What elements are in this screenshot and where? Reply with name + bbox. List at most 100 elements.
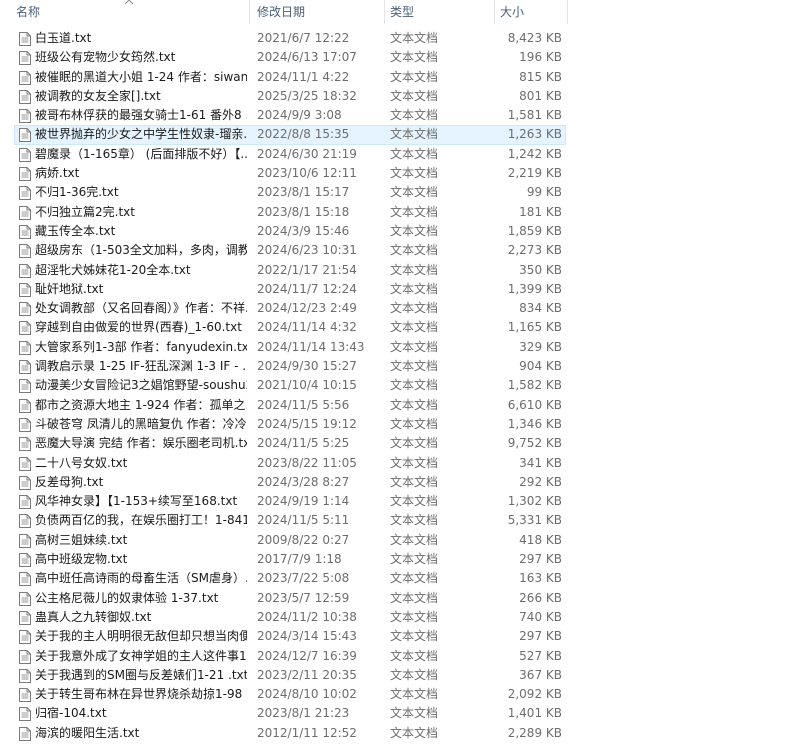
text-file-icon	[19, 32, 31, 46]
file-row[interactable]: 动漫美少女冒险记3之娼馆野望-soushu2... 2021/10/4 10:15…	[0, 376, 800, 395]
file-row[interactable]: 斗破苍穹 凤清儿的黑暗复仇 作者：冷冷... 2024/5/15 19:12 文本文…	[0, 415, 800, 434]
file-size: 367 KB	[519, 667, 562, 682]
column-divider[interactable]	[494, 0, 495, 24]
file-name[interactable]: 二十八号女奴.txt	[35, 454, 247, 473]
file-name[interactable]: 高树三姐妹续.txt	[35, 531, 247, 550]
file-type: 文本文档	[390, 127, 439, 142]
file-name[interactable]: 白玉道.txt	[35, 29, 247, 48]
file-name[interactable]: 不归独立篇2完.txt	[35, 203, 247, 222]
file-name[interactable]: 关于转生哥布林在异世界烧杀劫掠1-98 ...	[35, 685, 247, 704]
file-name[interactable]: 海滨的暖阳生活.txt	[35, 724, 247, 743]
file-row[interactable]: 病娇.txt 2023/10/6 12:11 文本文档 2,219 KB	[0, 164, 800, 183]
file-name[interactable]: 被世界抛弃的少女之中学生性奴隶-瑠亲...	[35, 125, 247, 144]
column-divider[interactable]	[567, 0, 568, 24]
file-name[interactable]: 穿越到自由做爱的世界(西春)_1-60.txt	[35, 318, 247, 337]
file-name[interactable]: 超级房东（1-503全文加料，多肉，调教...	[35, 241, 247, 260]
file-name[interactable]: 蛊真人之九转御奴.txt	[35, 608, 247, 627]
file-name[interactable]: 斗破苍穹 凤清儿的黑暗复仇 作者：冷冷...	[35, 415, 247, 434]
text-file-icon	[19, 147, 31, 162]
file-name[interactable]: 风华神女录】【1-153+续写至168.txt	[35, 492, 247, 511]
file-row[interactable]: 被催眠的黑道大小姐 1-24 作者：siwan... 2024/11/1 4:22…	[0, 68, 800, 87]
file-size: 1,302 KB	[507, 494, 562, 509]
file-row[interactable]: 关于转生哥布林在异世界烧杀劫掠1-98 ... 2024/8/10 10:02 文本…	[0, 685, 800, 704]
file-row[interactable]: 关于我意外成了女神学姐的主人这件事1-... 2024/12/7 16:39 文本文…	[0, 647, 800, 666]
file-type: 文本文档	[390, 609, 439, 624]
file-row[interactable]: 风华神女录】【1-153+续写至168.txt 2024/9/19 1:14 文本文…	[0, 492, 800, 511]
column-header-date[interactable]: 修改日期	[257, 0, 382, 24]
file-row[interactable]: 二十八号女奴.txt 2023/8/22 11:05 文本文档 341 KB	[0, 454, 800, 473]
file-row[interactable]: 超淫牝犬姊妹花1-20全本.txt 2022/1/17 21:54 文本文档 350 …	[0, 261, 800, 280]
file-name[interactable]: 藏玉传全本.txt	[35, 222, 247, 241]
file-name[interactable]: 归宿-104.txt	[35, 704, 247, 723]
file-size: 1,165 KB	[507, 320, 562, 335]
file-modified-date: 2021/10/4 10:15	[257, 378, 357, 393]
column-header-size[interactable]: 大小	[500, 0, 566, 24]
file-name[interactable]: 公主格尼薇儿的奴隶体验 1-37.txt	[35, 589, 247, 608]
file-row[interactable]: 大管家系列1-3部 作者：fanyudexin.txt 2024/11/14 13…	[0, 338, 800, 357]
file-modified-date: 2024/11/5 5:11	[257, 513, 350, 528]
file-row[interactable]: 高中班级宠物.txt 2017/7/9 1:18 文本文档 297 KB	[0, 550, 800, 569]
file-name[interactable]: 高中班任高诗雨的母畜生活（SM虐身）...	[35, 569, 247, 588]
file-name[interactable]: 都市之资源大地主 1-924 作者：孤单之...	[35, 396, 247, 415]
file-row[interactable]: 都市之资源大地主 1-924 作者：孤单之... 2024/11/5 5:56 文本…	[0, 396, 800, 415]
file-row[interactable]: 归宿-104.txt 2023/8/1 21:23 文本文档 1,401 KB	[0, 704, 800, 723]
file-name[interactable]: 超淫牝犬姊妹花1-20全本.txt	[35, 261, 247, 280]
text-file-icon	[19, 533, 31, 548]
file-row[interactable]: 被哥布林俘获的最强女骑士1-61 番外8 ... 2024/9/9 3:08 文本文…	[0, 106, 800, 125]
file-size: 1,582 KB	[507, 378, 562, 393]
file-row[interactable]: 反差母狗.txt 2024/3/28 8:27 文本文档 292 KB	[0, 473, 800, 492]
file-name[interactable]: 耻奸地狱.txt	[35, 280, 247, 299]
file-row[interactable]: 关于我的主人明明很无敌但却只想当肉便... 2024/3/14 15:43 文本文档…	[0, 627, 800, 646]
file-name[interactable]: 高中班级宠物.txt	[35, 550, 247, 569]
file-name[interactable]: 动漫美少女冒险记3之娼馆野望-soushu2...	[35, 376, 247, 395]
file-row[interactable]: 碧魔录（1-165章） (后面排版不好）【... 2024/6/30 21:19 文…	[0, 145, 800, 164]
column-divider[interactable]	[384, 0, 385, 24]
column-header-type[interactable]: 类型	[390, 0, 490, 24]
file-name[interactable]: 被催眠的黑道大小姐 1-24 作者：siwan...	[35, 68, 247, 87]
file-row[interactable]: 公主格尼薇儿的奴隶体验 1-37.txt 2023/5/7 12:59 文本文档 26…	[0, 589, 800, 608]
file-row[interactable]: 蛊真人之九转御奴.txt 2024/11/2 10:38 文本文档 740 KB	[0, 608, 800, 627]
file-name[interactable]: 被调教的女友全家[].txt	[35, 87, 247, 106]
file-name[interactable]: 病娇.txt	[35, 164, 247, 183]
file-size: 196 KB	[519, 50, 562, 65]
file-size: 904 KB	[519, 359, 562, 374]
file-row[interactable]: 调教启示录 1-25 IF-狂乱深渊 1-3 IF - ... 2024/9/30…	[0, 357, 800, 376]
file-row[interactable]: 负债两百亿的我，在娱乐圈打工！1-841 ... 2024/11/5 5:11 文本…	[0, 511, 800, 530]
file-row[interactable]: 处女调教部（又名回春阁）》作者：不祥... 2024/12/23 2:49 文本文档…	[0, 299, 800, 318]
file-row[interactable]: 穿越到自由做爱的世界(西春)_1-60.txt 2024/11/14 4:32 文本…	[0, 318, 800, 337]
file-name[interactable]: 关于我意外成了女神学姐的主人这件事1-...	[35, 647, 247, 666]
file-name[interactable]: 负债两百亿的我，在娱乐圈打工！1-841 ...	[35, 511, 247, 530]
file-modified-date: 2023/7/22 5:08	[257, 571, 350, 586]
file-row[interactable]: 关于我遇到的SM圈与反差婊们1-21 .txt 2023/2/11 20:35 文本…	[0, 666, 800, 685]
file-row[interactable]: 高中班任高诗雨的母畜生活（SM虐身）... 2023/7/22 5:08 文本文档 1…	[0, 569, 800, 588]
file-row[interactable]: 藏玉传全本.txt 2024/3/9 15:46 文本文档 1,859 KB	[0, 222, 800, 241]
file-row[interactable]: 海滨的暖阳生活.txt 2012/1/11 12:52 文本文档 2,289 KB	[0, 724, 800, 743]
file-row[interactable]: 恶魔大导演 完结 作者：娱乐圈老司机.txt 2024/11/5 5:25 文本文档…	[0, 434, 800, 453]
file-row[interactable]: 不归独立篇2完.txt 2023/8/1 15:18 文本文档 181 KB	[0, 203, 800, 222]
file-name[interactable]: 大管家系列1-3部 作者：fanyudexin.txt	[35, 338, 247, 357]
file-name[interactable]: 调教启示录 1-25 IF-狂乱深渊 1-3 IF - ...	[35, 357, 247, 376]
file-row[interactable]: 被调教的女友全家[].txt 2025/3/25 18:32 文本文档 801 KB	[0, 87, 800, 106]
file-name[interactable]: 碧魔录（1-165章） (后面排版不好）【...	[35, 145, 247, 164]
file-type: 文本文档	[390, 359, 439, 374]
file-name[interactable]: 班级公有宠物少女筠然.txt	[35, 48, 247, 67]
text-file-icon	[19, 726, 31, 741]
file-name[interactable]: 关于我的主人明明很无敌但却只想当肉便...	[35, 627, 247, 646]
file-name[interactable]: 不归1-36完.txt	[35, 183, 247, 202]
file-row[interactable]: 不归1-36完.txt 2023/8/1 15:17 文本文档 99 KB	[0, 183, 800, 202]
file-name[interactable]: 处女调教部（又名回春阁）》作者：不祥...	[35, 299, 247, 318]
file-name[interactable]: 恶魔大导演 完结 作者：娱乐圈老司机.txt	[35, 434, 247, 453]
column-divider[interactable]	[249, 0, 250, 24]
file-row[interactable]: 被世界抛弃的少女之中学生性奴隶-瑠亲... 2022/8/8 15:35 文本文档 1…	[0, 125, 800, 146]
file-row[interactable]: 耻奸地狱.txt 2024/11/7 12:24 文本文档 1,399 KB	[0, 280, 800, 299]
file-row[interactable]: 白玉道.txt 2021/6/7 12:22 文本文档 8,423 KB	[0, 29, 800, 48]
file-type: 文本文档	[390, 378, 439, 393]
file-name[interactable]: 被哥布林俘获的最强女骑士1-61 番外8 ...	[35, 106, 247, 125]
file-row[interactable]: 高树三姐妹续.txt 2009/8/22 0:27 文本文档 418 KB	[0, 531, 800, 550]
file-row[interactable]: 超级房东（1-503全文加料，多肉，调教... 2024/6/23 10:31 文本…	[0, 241, 800, 260]
file-name[interactable]: 反差母狗.txt	[35, 473, 247, 492]
file-name[interactable]: 关于我遇到的SM圈与反差婊们1-21 .txt	[35, 666, 247, 685]
file-type: 文本文档	[390, 243, 439, 258]
file-size: 1,346 KB	[507, 416, 562, 431]
file-row[interactable]: 班级公有宠物少女筠然.txt 2024/6/13 17:07 文本文档 196 KB	[0, 48, 800, 67]
